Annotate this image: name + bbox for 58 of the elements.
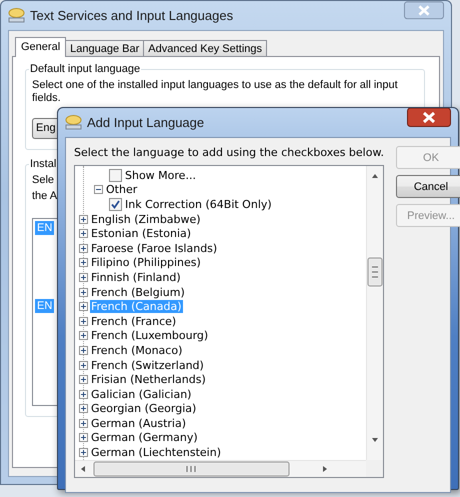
expand-icon[interactable] xyxy=(79,229,88,238)
expand-icon[interactable] xyxy=(79,360,88,370)
tree-item[interactable]: German (Austria) xyxy=(90,416,187,430)
tab[interactable]: Language Bar xyxy=(65,40,144,56)
tree-item[interactable]: Show More... xyxy=(124,168,197,182)
tree-item[interactable]: French (Luxembourg) xyxy=(90,329,210,342)
dialog-title: Add Input Language xyxy=(87,115,204,130)
close-icon[interactable] xyxy=(407,108,451,127)
window-title: Text Services and Input Languages xyxy=(30,8,234,23)
expand-icon[interactable] xyxy=(79,390,88,399)
tree-item[interactable]: Georgian (Georgia) xyxy=(90,402,198,416)
expand-icon[interactable] xyxy=(79,375,88,384)
tree-item[interactable]: Galician (Galician) xyxy=(90,388,192,401)
dialog-button[interactable]: Cancel xyxy=(396,175,460,198)
language-tree[interactable] xyxy=(74,165,384,478)
tree-item[interactable]: French (Belgium) xyxy=(90,286,186,299)
expand-icon[interactable] xyxy=(79,404,88,414)
expand-icon[interactable] xyxy=(79,302,88,312)
collapse-icon[interactable] xyxy=(94,185,103,194)
expand-icon[interactable] xyxy=(79,272,88,282)
checkbox[interactable] xyxy=(109,168,122,182)
expand-icon[interactable] xyxy=(79,258,88,268)
tree-item[interactable]: German (Germany) xyxy=(90,431,199,444)
description-line: the A xyxy=(32,190,58,203)
keyboard-bubble-icon xyxy=(65,115,82,130)
tree-item[interactable]: French (Monaco) xyxy=(90,344,184,357)
checkbox[interactable] xyxy=(109,198,122,211)
expand-icon[interactable] xyxy=(79,244,88,253)
tab[interactable]: Advanced Key Settings xyxy=(143,40,268,56)
tree-item[interactable]: Frisian (Netherlands) xyxy=(90,373,207,386)
tree-item[interactable]: French (France) xyxy=(90,314,178,328)
tree-item[interactable]: Filipino (Philippines) xyxy=(90,256,202,270)
tree-item[interactable]: French (Switzerland) xyxy=(90,358,205,372)
keyboard-bubble-icon xyxy=(8,8,25,23)
tree-item[interactable]: Estonian (Estonia) xyxy=(90,227,192,240)
expand-icon[interactable] xyxy=(79,316,88,326)
language-dropdown[interactable]: Eng xyxy=(32,118,57,139)
expand-icon[interactable] xyxy=(79,288,88,297)
tree-item[interactable]: Ink Correction (64Bit Only) xyxy=(124,198,273,211)
horizontal-scrollbar[interactable] xyxy=(75,460,366,477)
tree-item[interactable]: Finnish (Finland) xyxy=(90,270,182,284)
tree-item[interactable]: German (Liechtenstein) xyxy=(90,446,222,460)
description-line: Sele xyxy=(32,174,54,187)
description: Select one of the installed input languages to use as the default for all input fields. xyxy=(32,79,399,105)
tab[interactable]: General xyxy=(15,37,66,57)
expand-icon[interactable] xyxy=(79,346,88,355)
expand-icon[interactable] xyxy=(79,448,88,458)
expand-icon[interactable] xyxy=(79,331,88,340)
expand-icon[interactable] xyxy=(79,433,88,442)
instruction: Select the language to add using the checkboxes below. xyxy=(74,146,384,159)
tree-item[interactable]: English (Zimbabwe) xyxy=(90,212,202,226)
group-title: Instal xyxy=(29,158,58,170)
tree-item[interactable]: Faroese (Faroe Islands) xyxy=(90,242,218,255)
group-title: Default input language xyxy=(29,63,142,75)
expand-icon[interactable] xyxy=(79,418,88,428)
vertical-scrollbar[interactable] xyxy=(366,166,383,460)
expand-icon[interactable] xyxy=(79,214,88,224)
tree-item[interactable]: Other xyxy=(105,183,138,196)
